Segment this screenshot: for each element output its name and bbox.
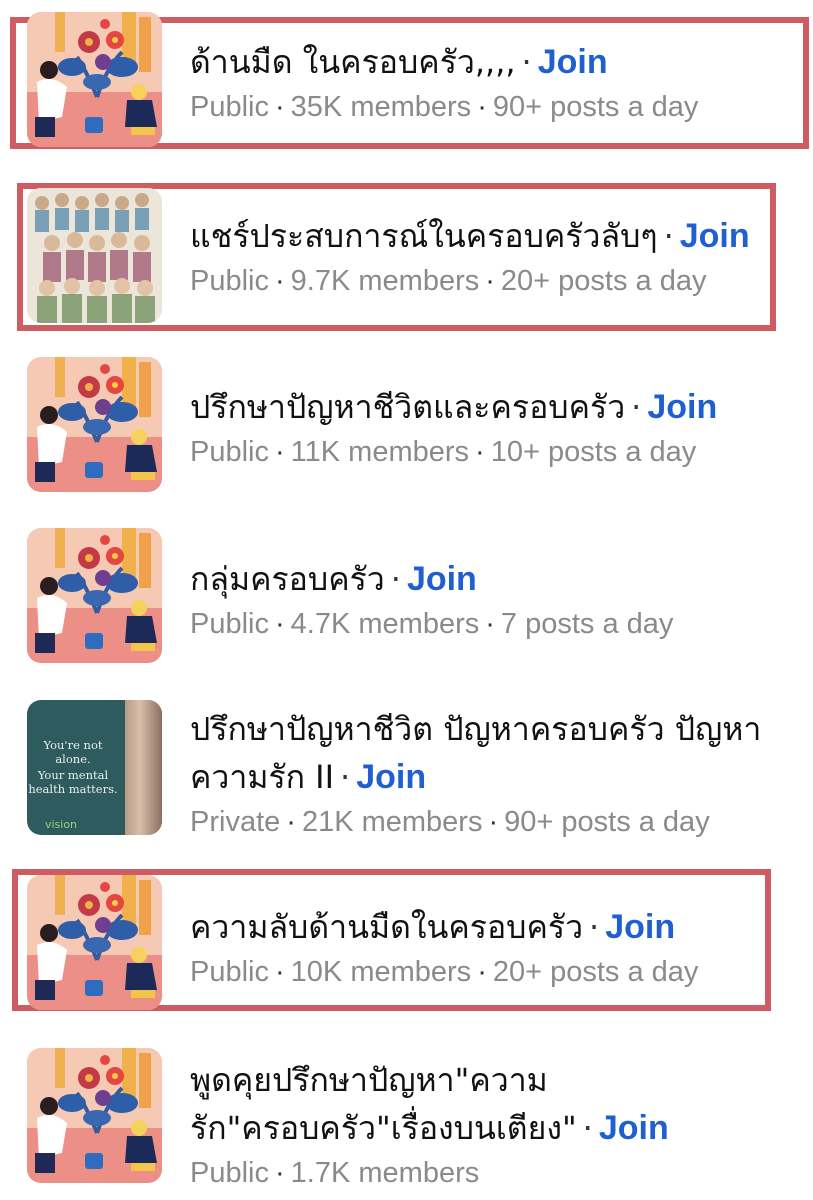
group-thumbnail[interactable] bbox=[27, 528, 162, 663]
group-thumbnail[interactable] bbox=[27, 12, 162, 147]
thumb-caption: health matters. bbox=[28, 782, 118, 796]
join-button[interactable]: Join bbox=[599, 1109, 669, 1147]
thumb-caption: Your mental bbox=[37, 768, 109, 782]
group-meta: Public · 35K members · 90+ posts a day bbox=[190, 91, 699, 123]
portrait-photo bbox=[125, 700, 162, 835]
group-meta: Private · 21K members · 90+ posts a day bbox=[190, 806, 710, 838]
group-title[interactable]: พูดคุยปรึกษาปัญหา"ความ รัก"ครอบครัว"เรื่… bbox=[190, 1056, 773, 1152]
group-meta: Public · 1.7K members bbox=[190, 1157, 480, 1189]
group-title[interactable]: ปรึกษาปัญหาชีวิต ปัญหาครอบครัว ปัญหา ควา… bbox=[190, 705, 783, 801]
group-name[interactable]: ความลับด้านมืดในครอบครัว bbox=[190, 908, 583, 946]
group-meta: Public · 4.7K members · 7 posts a day bbox=[190, 608, 674, 640]
group-title[interactable]: แชร์ประสบการณ์ในครอบครัวลับๆ · Join bbox=[190, 212, 793, 260]
separator: · bbox=[521, 43, 532, 81]
join-button[interactable]: Join bbox=[680, 217, 750, 255]
join-button[interactable]: Join bbox=[407, 560, 477, 598]
group-name[interactable]: ปรึกษาปัญหาชีวิตและครอบครัว bbox=[190, 388, 625, 426]
join-button[interactable]: Join bbox=[605, 908, 675, 946]
group-thumbnail[interactable] bbox=[27, 357, 162, 492]
group-thumbnail[interactable] bbox=[27, 875, 162, 1010]
group-thumbnail[interactable] bbox=[27, 188, 162, 323]
join-button[interactable]: Join bbox=[647, 388, 717, 426]
group-title[interactable]: ปรึกษาปัญหาชีวิตและครอบครัว · Join bbox=[190, 383, 773, 431]
join-button[interactable]: Join bbox=[356, 758, 426, 796]
group-name[interactable]: ปรึกษาปัญหาชีวิต ปัญหาครอบครัว ปัญหา bbox=[190, 710, 761, 748]
thumb-caption: You're not alone. bbox=[43, 738, 103, 766]
group-name[interactable]: รัก"ครอบครัว"เรื่องบนเตียง" bbox=[190, 1109, 577, 1147]
group-name[interactable]: กลุ่มครอบครัว bbox=[190, 560, 385, 598]
group-thumbnail[interactable]: You're not alone. Your mental health mat… bbox=[27, 700, 162, 835]
brand-logo: vision bbox=[44, 818, 78, 831]
group-name[interactable]: พูดคุยปรึกษาปัญหา"ความ bbox=[190, 1061, 548, 1099]
group-thumbnail[interactable] bbox=[27, 1048, 162, 1183]
group-name[interactable]: ด้านมืด ในครอบครัว,,,, bbox=[190, 43, 516, 81]
group-meta: Public · 11K members · 10+ posts a day bbox=[190, 436, 697, 468]
group-meta: Public · 10K members · 20+ posts a day bbox=[190, 956, 699, 988]
group-meta: Public · 9.7K members · 20+ posts a day bbox=[190, 265, 707, 297]
group-title[interactable]: ความลับด้านมืดในครอบครัว · Join bbox=[190, 903, 773, 951]
join-button[interactable]: Join bbox=[538, 43, 608, 81]
group-name[interactable]: แชร์ประสบการณ์ในครอบครัวลับๆ bbox=[190, 217, 658, 255]
group-title[interactable]: กลุ่มครอบครัว · Join bbox=[190, 555, 773, 603]
group-title[interactable]: ด้านมืด ในครอบครัว,,,, · Join bbox=[190, 38, 773, 86]
group-name[interactable]: ความรัก II bbox=[190, 758, 334, 796]
